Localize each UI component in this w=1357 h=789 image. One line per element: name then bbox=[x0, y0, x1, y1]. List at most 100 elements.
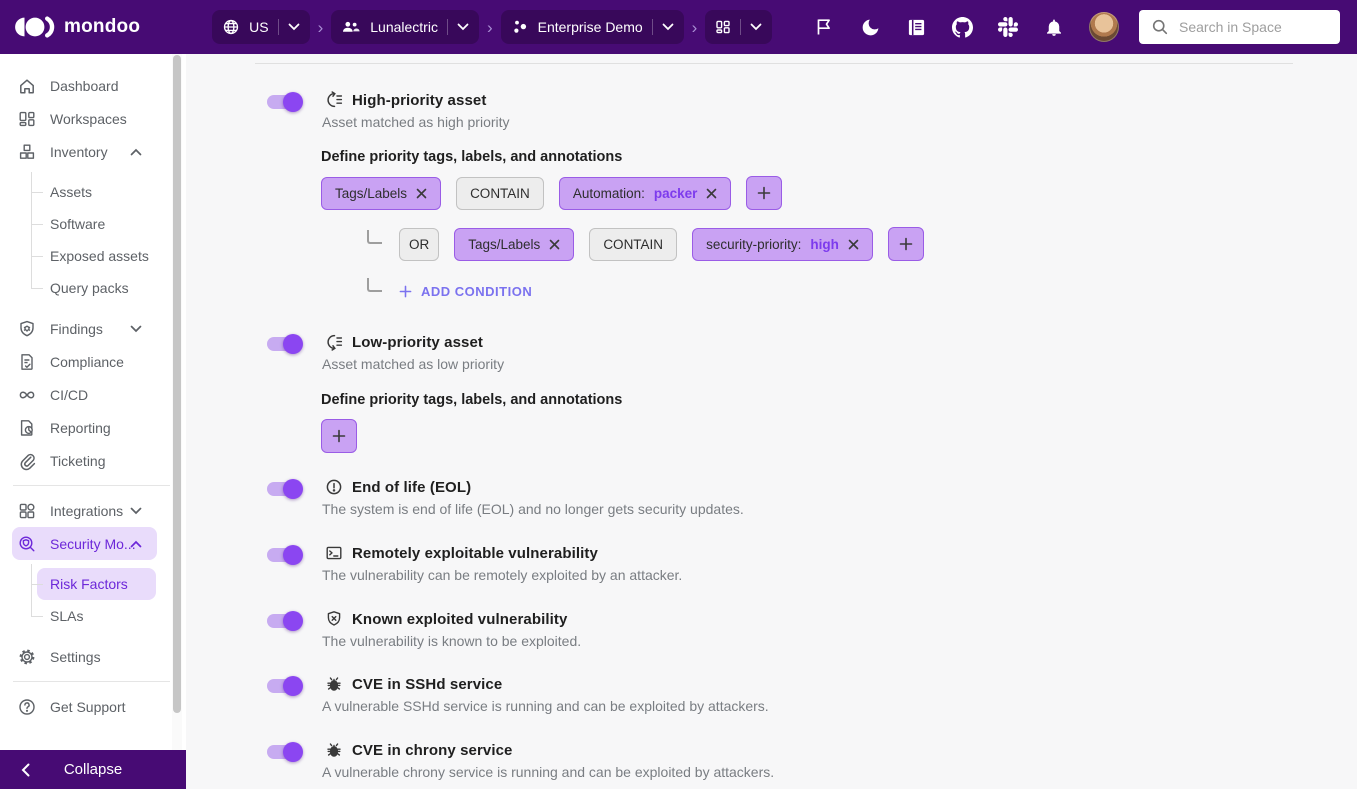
chevron-down-icon bbox=[130, 325, 142, 333]
slack-icon bbox=[998, 17, 1018, 37]
define-priority-label: Define priority tags, labels, and annota… bbox=[321, 392, 622, 408]
security-monitoring-icon bbox=[17, 534, 37, 554]
sidebar-item-assets[interactable]: Assets bbox=[0, 176, 186, 208]
chevron-down-icon bbox=[662, 23, 674, 31]
sidebar-item-label: Workspaces bbox=[50, 111, 127, 127]
close-icon[interactable] bbox=[416, 188, 427, 199]
condition-row-1: Tags/Labels CONTAIN Automation:packer bbox=[321, 176, 782, 210]
paperclip-icon bbox=[17, 451, 37, 471]
flag-button[interactable] bbox=[813, 16, 835, 38]
add-chip-button[interactable] bbox=[746, 176, 782, 210]
space-selector[interactable]: Enterprise Demo bbox=[501, 10, 684, 44]
field-chip[interactable]: Tags/Labels bbox=[454, 228, 574, 261]
help-circle-icon bbox=[17, 697, 37, 717]
sidebar-item-ticketing[interactable]: Ticketing bbox=[0, 444, 186, 477]
scrollbar-thumb[interactable] bbox=[173, 55, 181, 713]
chip-label: Tags/Labels bbox=[335, 186, 407, 201]
close-icon[interactable] bbox=[549, 239, 560, 250]
sidebar-item-label: Findings bbox=[50, 321, 103, 337]
sidebar-item-inventory[interactable]: Inventory bbox=[0, 135, 186, 168]
collapse-label: Collapse bbox=[64, 761, 122, 778]
brand-name: mondoo bbox=[64, 16, 140, 38]
collapse-button[interactable]: Collapse bbox=[0, 750, 186, 789]
condition-connector bbox=[367, 278, 382, 292]
plus-icon bbox=[332, 429, 346, 443]
org-selector[interactable]: Lunalectric bbox=[331, 10, 479, 44]
sidebar-divider bbox=[13, 681, 170, 682]
add-condition-button[interactable]: ADD CONDITION bbox=[399, 284, 532, 299]
sidebar-item-label: CI/CD bbox=[50, 387, 88, 403]
region-selector[interactable]: US bbox=[212, 10, 309, 44]
remotely-exploitable-toggle[interactable] bbox=[267, 548, 301, 562]
sidebar-item-label: Assets bbox=[50, 184, 92, 200]
divider bbox=[740, 19, 741, 35]
risk-factor-description: The system is end of life (EOL) and no l… bbox=[322, 501, 744, 517]
sidebar-item-slas[interactable]: SLAs bbox=[0, 600, 186, 632]
risk-factor-description: Asset matched as low priority bbox=[322, 356, 504, 372]
slack-button[interactable] bbox=[997, 16, 1019, 38]
sidebar-item-settings[interactable]: Settings bbox=[0, 640, 186, 673]
mondoo-logo[interactable]: mondoo bbox=[14, 14, 140, 40]
risk-factor-description: The vulnerability can be remotely exploi… bbox=[322, 567, 682, 583]
github-button[interactable] bbox=[951, 16, 973, 38]
sidebar-item-exposed-assets[interactable]: Exposed assets bbox=[0, 240, 186, 272]
workspace-selector[interactable] bbox=[705, 10, 772, 44]
breadcrumb-separator: › bbox=[317, 19, 325, 36]
operator-chip[interactable]: CONTAIN bbox=[456, 177, 544, 210]
cve-sshd-toggle[interactable] bbox=[267, 679, 301, 693]
sidebar-item-label: Exposed assets bbox=[50, 248, 149, 264]
sidebar-item-label: Dashboard bbox=[50, 78, 119, 94]
chevron-up-icon bbox=[130, 148, 142, 156]
sidebar-item-compliance[interactable]: Compliance bbox=[0, 345, 186, 378]
operator-chip[interactable]: CONTAIN bbox=[589, 228, 677, 261]
sidebar-item-label: Risk Factors bbox=[50, 576, 128, 592]
high-priority-toggle[interactable] bbox=[267, 95, 301, 109]
add-chip-button[interactable] bbox=[321, 419, 357, 453]
sidebar: Dashboard Workspaces Inventory Assets So… bbox=[0, 54, 186, 750]
sidebar-item-label: Compliance bbox=[50, 354, 124, 370]
value-chip[interactable]: security-priority:high bbox=[692, 228, 873, 261]
eol-toggle[interactable] bbox=[267, 482, 301, 496]
risk-factor-title: CVE in SSHd service bbox=[352, 676, 502, 693]
workspaces-icon bbox=[17, 109, 37, 129]
define-priority-label: Define priority tags, labels, and annota… bbox=[321, 149, 622, 165]
notifications-button[interactable] bbox=[1043, 16, 1065, 38]
sidebar-item-integrations[interactable]: Integrations bbox=[0, 494, 186, 527]
home-icon bbox=[17, 76, 37, 96]
sidebar-item-findings[interactable]: Findings bbox=[0, 312, 186, 345]
field-chip[interactable]: Tags/Labels bbox=[321, 177, 441, 210]
known-exploited-toggle[interactable] bbox=[267, 614, 301, 628]
sidebar-item-workspaces[interactable]: Workspaces bbox=[0, 102, 186, 135]
search-input[interactable] bbox=[1179, 19, 1328, 35]
add-chip-button[interactable] bbox=[888, 227, 924, 261]
sidebar-item-label: Settings bbox=[50, 649, 101, 665]
sidebar-item-risk-factors[interactable]: Risk Factors bbox=[37, 568, 156, 600]
dark-mode-button[interactable] bbox=[859, 16, 881, 38]
sidebar-item-reporting[interactable]: Reporting bbox=[0, 411, 186, 444]
docs-button[interactable] bbox=[905, 16, 927, 38]
sidebar-item-cicd[interactable]: CI/CD bbox=[0, 378, 186, 411]
joiner-chip[interactable]: OR bbox=[399, 228, 439, 261]
sidebar-item-get-support[interactable]: Get Support bbox=[0, 690, 186, 723]
value-chip[interactable]: Automation:packer bbox=[559, 177, 732, 210]
low-priority-toggle[interactable] bbox=[267, 337, 301, 351]
plus-icon bbox=[757, 186, 771, 200]
close-icon[interactable] bbox=[706, 188, 717, 199]
sidebar-item-security-monitoring[interactable]: Security Mo... bbox=[12, 527, 157, 560]
cve-chrony-toggle[interactable] bbox=[267, 745, 301, 759]
avatar[interactable] bbox=[1089, 12, 1119, 42]
close-icon[interactable] bbox=[848, 239, 859, 250]
bug-icon bbox=[325, 675, 343, 693]
workspace-grid-icon bbox=[715, 19, 731, 35]
sidebar-item-software[interactable]: Software bbox=[0, 208, 186, 240]
sidebar-item-label: Get Support bbox=[50, 699, 126, 715]
sidebar-scrollbar[interactable] bbox=[172, 54, 182, 750]
sidebar-item-query-packs[interactable]: Query packs bbox=[0, 272, 186, 304]
chevron-down-icon bbox=[750, 23, 762, 31]
breadcrumb: US › Lunalectric › Enterpris bbox=[212, 10, 772, 44]
risk-factor-title: End of life (EOL) bbox=[352, 479, 471, 496]
integrations-icon bbox=[17, 501, 37, 521]
sidebar-divider bbox=[13, 485, 170, 486]
priority-high-icon bbox=[325, 91, 343, 109]
sidebar-item-dashboard[interactable]: Dashboard bbox=[0, 69, 186, 102]
